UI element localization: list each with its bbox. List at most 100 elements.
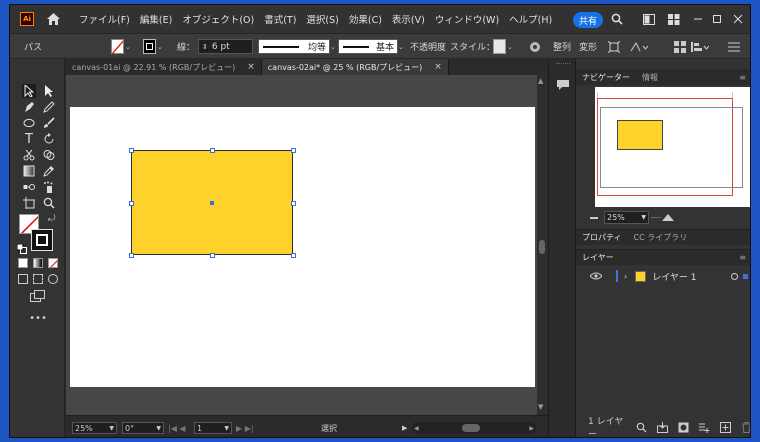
gradient-tool-icon[interactable] <box>22 164 36 178</box>
isolate-icon[interactable] <box>608 39 621 54</box>
selection-indicator[interactable] <box>743 273 748 279</box>
rotate-tool-icon[interactable] <box>42 132 56 146</box>
rotation-select[interactable]: 0° ▼ <box>122 422 164 434</box>
close-icon[interactable] <box>731 12 745 26</box>
artboard-tool-icon[interactable] <box>22 196 36 210</box>
menu-type[interactable]: 書式(T) <box>259 12 301 26</box>
eye-icon[interactable] <box>589 272 603 280</box>
selection-handle[interactable] <box>129 253 134 258</box>
transform-link[interactable]: 変形 <box>579 39 597 54</box>
tab-canvas-02[interactable]: canvas-02ai* @ 25 % (RGB/プレビュー) × <box>261 59 449 75</box>
horizontal-scrollbar[interactable]: ◀ ▶ <box>412 422 536 434</box>
scroll-left-icon[interactable]: ◀ <box>414 425 419 432</box>
stroke-stepper-icon[interactable]: ⇕ <box>202 43 208 51</box>
maximize-icon[interactable] <box>710 12 724 26</box>
tab-info[interactable]: 情報 <box>636 72 664 83</box>
comments-icon[interactable] <box>556 79 570 91</box>
brush-definition[interactable]: 基本 <box>338 39 398 54</box>
fill-swatch[interactable] <box>111 39 124 54</box>
recolor-icon[interactable] <box>529 39 542 54</box>
horizontal-scroll-thumb[interactable] <box>462 424 480 432</box>
scroll-down-icon[interactable]: ▼ <box>538 403 543 411</box>
status-menu-icon[interactable]: ▶ <box>402 422 407 434</box>
zoom-select[interactable]: 25% ▼ <box>72 422 117 434</box>
target-icon[interactable] <box>731 272 738 280</box>
color-mode-icon[interactable] <box>18 258 28 268</box>
stroke-swatch[interactable] <box>143 39 156 54</box>
layer-name[interactable]: レイヤー 1 <box>652 270 696 283</box>
tab-canvas-01[interactable]: canvas-01ai @ 22.91 % (RGB/プレビュー) × <box>66 59 262 75</box>
fill-chevron-icon[interactable]: ⌄ <box>125 39 133 54</box>
pen-tool-icon[interactable] <box>22 100 36 114</box>
panel-menu-icon[interactable]: ≡ <box>733 253 750 262</box>
screen-mode-icon[interactable] <box>30 289 46 303</box>
menu-select[interactable]: 選択(S) <box>301 12 343 26</box>
paintbrush-tool-icon[interactable] <box>42 116 56 130</box>
symbol-sprayer-tool-icon[interactable] <box>42 180 56 194</box>
artboard-select[interactable]: 1 ▼ <box>194 422 232 434</box>
minimize-icon[interactable] <box>691 12 705 26</box>
new-sublayer-icon[interactable] <box>699 422 710 433</box>
graphic-style-swatch[interactable] <box>493 39 506 54</box>
new-layer-icon[interactable] <box>720 421 731 433</box>
selection-tool-icon[interactable] <box>22 84 36 98</box>
scroll-thumb[interactable] <box>539 240 545 254</box>
first-artboard-icon[interactable]: |◀ ◀ <box>168 422 186 434</box>
selection-handle[interactable] <box>210 253 215 258</box>
variable-width-profile[interactable]: 均等 <box>258 39 330 54</box>
zoom-out-icon[interactable] <box>590 213 598 219</box>
scroll-up-icon[interactable]: ▲ <box>538 77 543 85</box>
brush-chevron-icon[interactable]: ⌄ <box>398 39 406 54</box>
draw-inside-icon[interactable] <box>48 274 58 284</box>
stroke-color-box[interactable] <box>31 229 53 251</box>
selection-handle[interactable] <box>129 148 134 153</box>
tab-cc-libraries[interactable]: CC ライブラリ <box>628 232 694 243</box>
menu-effect[interactable]: 効果(C) <box>344 12 387 26</box>
menu-object[interactable]: オブジェクト(O) <box>177 12 259 26</box>
close-icon[interactable]: × <box>434 62 442 72</box>
layer-row[interactable]: › レイヤー 1 <box>576 265 750 287</box>
none-mode-icon[interactable] <box>48 258 58 268</box>
search-icon[interactable] <box>636 422 647 433</box>
zoom-slider-track[interactable] <box>651 217 661 218</box>
make-clipping-mask-icon[interactable] <box>678 422 689 433</box>
tab-layers[interactable]: レイヤー <box>576 252 620 263</box>
navigator-zoom-field[interactable]: 25% ▼ <box>604 211 649 224</box>
navigator-preview[interactable] <box>595 87 750 207</box>
type-tool-icon[interactable]: T <box>22 132 36 147</box>
pencil-tool-icon[interactable] <box>42 100 56 114</box>
zoom-in-icon[interactable] <box>662 212 674 222</box>
collect-export-icon[interactable] <box>657 421 668 433</box>
direct-selection-tool-icon[interactable] <box>42 84 56 98</box>
more-tools-icon[interactable]: ••• <box>29 311 47 325</box>
arrange-docs-icon[interactable] <box>674 39 687 54</box>
last-artboard-icon[interactable]: ▶ ▶| <box>236 422 254 434</box>
delete-layer-icon[interactable] <box>741 421 750 433</box>
selection-handle[interactable] <box>291 201 296 206</box>
zoom-tool-icon[interactable] <box>42 196 56 210</box>
menu-view[interactable]: 表示(V) <box>387 12 430 26</box>
draw-behind-icon[interactable] <box>33 274 43 284</box>
style-chevron-icon[interactable]: ⌄ <box>507 39 515 54</box>
menu-edit[interactable]: 編集(E) <box>135 12 177 26</box>
share-button[interactable]: 共有 <box>573 12 603 28</box>
eyedropper-tool-icon[interactable] <box>42 164 56 178</box>
gradient-mode-icon[interactable] <box>33 258 43 268</box>
menu-file[interactable]: ファイル(F) <box>74 12 135 26</box>
menu-window[interactable]: ウィンドウ(W) <box>430 12 504 26</box>
document-canvas[interactable] <box>66 75 547 415</box>
hamburger-icon[interactable] <box>728 39 741 54</box>
selection-handle[interactable] <box>291 148 296 153</box>
swap-colors-icon[interactable]: ⤾ <box>48 214 58 224</box>
profile-chevron-icon[interactable]: ⌄ <box>330 39 338 54</box>
default-colors-icon[interactable] <box>16 243 27 254</box>
opacity-link[interactable]: 不透明度 <box>410 39 446 54</box>
ellipse-tool-icon[interactable] <box>22 116 36 130</box>
home-icon[interactable] <box>46 12 60 26</box>
stroke-weight-field[interactable]: ⇕ 6 pt <box>198 39 253 54</box>
align-link[interactable]: 整列 <box>553 39 571 54</box>
workspace-icon[interactable] <box>642 12 656 26</box>
arrange-icon[interactable] <box>667 12 681 26</box>
shape-builder-tool-icon[interactable] <box>42 148 56 162</box>
path-tools-icon[interactable] <box>630 39 648 54</box>
